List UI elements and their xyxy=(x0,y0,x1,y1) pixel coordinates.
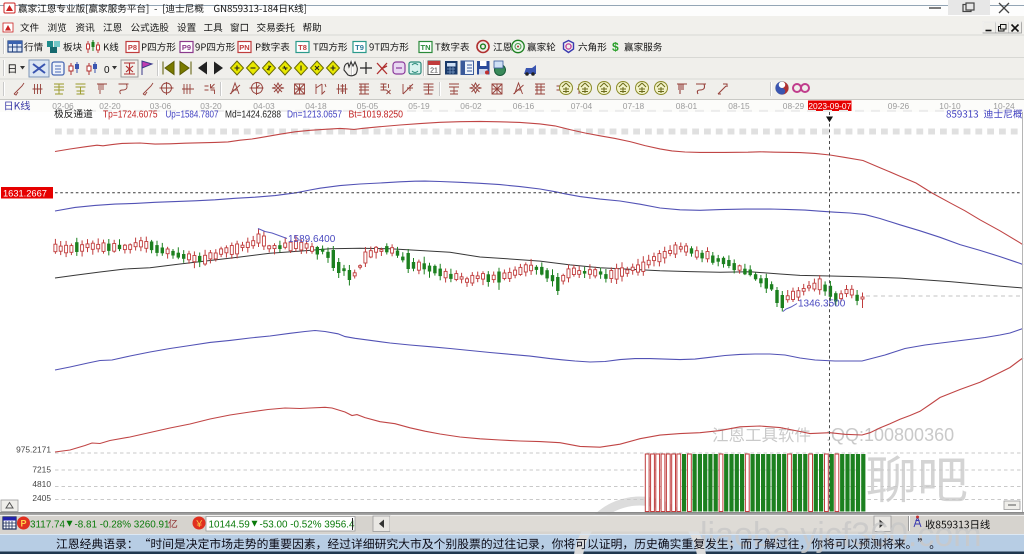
svg-text:$: $ xyxy=(612,40,619,54)
svg-text:PN: PN xyxy=(239,43,249,52)
svg-text:4810: 4810 xyxy=(32,479,51,489)
svg-text:09-26: 09-26 xyxy=(888,101,910,111)
svg-text:1631.2667: 1631.2667 xyxy=(3,188,47,198)
svg-text:975.2171: 975.2171 xyxy=(16,445,51,455)
svg-text:Md=1424.6288: Md=1424.6288 xyxy=(225,109,281,120)
svg-text:07-04: 07-04 xyxy=(571,101,593,111)
svg-text:2023-09-07: 2023-09-07 xyxy=(808,101,851,111)
svg-text:10-24: 10-24 xyxy=(993,101,1015,111)
svg-text:10-10: 10-10 xyxy=(939,101,961,111)
svg-text:3117.74: 3117.74 xyxy=(30,519,65,530)
svg-text:Up=1584.7807: Up=1584.7807 xyxy=(166,109,219,120)
svg-text:21: 21 xyxy=(430,68,438,75)
svg-text:08-01: 08-01 xyxy=(676,101,698,111)
svg-text:1589.6400: 1589.6400 xyxy=(288,234,336,245)
svg-text:Tp=1724.6075: Tp=1724.6075 xyxy=(103,109,158,120)
svg-text:06-16: 06-16 xyxy=(513,101,535,111)
svg-text:08-29: 08-29 xyxy=(783,101,805,111)
svg-text:P: P xyxy=(20,519,26,529)
svg-text:-53.00 -0.52% 3956.4: -53.00 -0.52% 3956.4 xyxy=(260,519,355,530)
svg-text:10144.59: 10144.59 xyxy=(209,519,251,530)
svg-text:07-18: 07-18 xyxy=(623,101,645,111)
svg-text:7215: 7215 xyxy=(32,465,51,475)
svg-text:05-19: 05-19 xyxy=(408,101,430,111)
svg-text:P8: P8 xyxy=(128,43,137,52)
svg-text:P9: P9 xyxy=(182,43,191,52)
svg-text:0: 0 xyxy=(104,65,110,76)
svg-text:T9: T9 xyxy=(355,43,364,52)
svg-text:T8: T8 xyxy=(298,43,307,52)
svg-text:Dn=1213.0657: Dn=1213.0657 xyxy=(287,109,342,120)
svg-text:Bt=1019.8250: Bt=1019.8250 xyxy=(349,109,404,120)
svg-text::QQ:100800360: :QQ:100800360 xyxy=(826,425,954,445)
svg-text:08-15: 08-15 xyxy=(728,101,750,111)
svg-text:06-02: 06-02 xyxy=(460,101,482,111)
svg-text:1346.3500: 1346.3500 xyxy=(798,299,846,310)
svg-text:TN: TN xyxy=(421,43,431,52)
svg-text:-8.81 -0.28% 3260.91: -8.81 -0.28% 3260.91 xyxy=(75,519,170,530)
svg-text:2405: 2405 xyxy=(32,493,51,503)
